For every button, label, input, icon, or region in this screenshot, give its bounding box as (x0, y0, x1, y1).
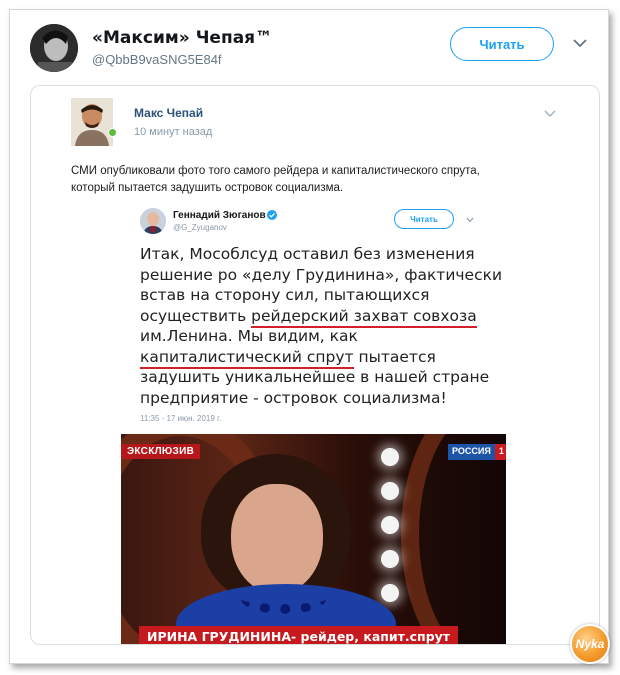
quoted-line: встав на сторону сил, пытающихся (140, 286, 430, 304)
studio-light (381, 584, 399, 602)
studio-arch (401, 434, 506, 644)
underlined-phrase: рейдерский захват совхоза (251, 306, 477, 328)
tv-caption: ИРИНА ГРУДИНИНА - рейдер, капит.спрут (139, 626, 459, 644)
author-avatar-image (30, 24, 78, 72)
quoted-author-handle: @G_Zyuganov (173, 223, 227, 232)
studio-light (381, 516, 399, 534)
chevron-down-icon[interactable] (573, 38, 587, 48)
studio-light (381, 448, 399, 466)
verified-badge-icon (267, 210, 277, 220)
quoted-line: задушить уникальнейшее в нашей стране (140, 368, 490, 386)
quoted-line: предприятие - островок социализма! (140, 388, 447, 407)
channel-name: РОССИЯ (448, 444, 495, 460)
studio-light (381, 482, 399, 500)
quoted-line: им.Ленина. Мы видим, как (140, 327, 358, 345)
quoted-follow-button: Читать (394, 209, 454, 229)
person-face (231, 484, 323, 594)
tv-still-image: ЭКСКЛЮЗИВ РОССИЯ 1 ИРИНА ГРУДИНИНА - рей… (121, 434, 506, 644)
caption-rest: - рейдер, капит.спрут (291, 628, 451, 644)
vk-author-avatar[interactable] (71, 98, 113, 146)
quoted-tweet-text: Итак, Мособлсуд оставил без изменения ре… (140, 244, 510, 408)
watermark-logo: Nyka (570, 624, 610, 664)
quoted-line: решение ро «делу Грудинина», фактически (140, 265, 503, 284)
exclusive-label: ЭКСКЛЮЗИВ (121, 444, 201, 459)
studio-light (381, 550, 399, 568)
quoted-author-avatar-image (140, 208, 166, 234)
chevron-down-icon (466, 217, 474, 223)
vk-post-line: который пытается задушить островок социа… (71, 182, 344, 194)
quoted-tweet-date: 11:35 - 17 июн. 2019 г. (140, 414, 222, 423)
quoted-author-avatar (140, 208, 166, 234)
quoted-author-name: Геннадий Зюганов (173, 210, 266, 221)
author-handle[interactable]: @QbbB9vaSNG5E84f (92, 52, 222, 67)
quoted-line: осуществить рейдерский захват совхоза (140, 306, 510, 328)
quoted-line-part: осуществить (140, 306, 252, 325)
quoted-line-part: пытается (353, 347, 436, 366)
caption-name: ИРИНА ГРУДИНИНА (147, 628, 291, 644)
vk-author-avatar-image (71, 98, 113, 146)
vk-post-text: СМИ опубликовали фото того самого рейдер… (71, 163, 571, 197)
online-indicator (108, 128, 117, 137)
vk-post-card: Макс Чепай 10 минут назад СМИ опубликова… (30, 85, 600, 645)
quoted-line: капиталистический спрут пытается (140, 347, 510, 369)
vk-post-line: СМИ опубликовали фото того самого рейдер… (71, 165, 480, 177)
follow-button[interactable]: Читать (450, 27, 554, 61)
vk-post-time[interactable]: 10 минут назад (134, 126, 212, 138)
quoted-line: Итак, Мособлсуд оставил без изменения (140, 245, 475, 263)
chevron-down-icon[interactable] (544, 110, 556, 118)
channel-logo: РОССИЯ 1 (448, 444, 506, 460)
vk-author-name[interactable]: Макс Чепай (134, 106, 203, 120)
author-name[interactable]: «Максим» Чепая™ (92, 28, 272, 48)
screenshot-frame: «Максим» Чепая™ @QbbB9vaSNG5E84f Читать … (9, 9, 610, 664)
underlined-phrase: капиталистический спрут (140, 347, 354, 369)
author-avatar[interactable] (30, 24, 78, 72)
quoted-tweet-screenshot: Геннадий Зюганов @G_Zyuganov Читать Итак… (126, 204, 516, 424)
channel-number: 1 (494, 444, 506, 460)
necklace (241, 584, 326, 614)
